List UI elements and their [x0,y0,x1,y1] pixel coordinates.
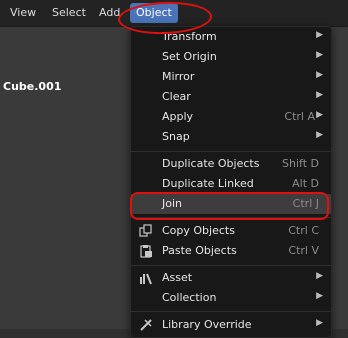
menu-item-label: Apply [162,110,194,123]
paste-icon [139,244,155,258]
menu-item-snap[interactable]: Snap ▶ [131,127,331,147]
menu-item-asset[interactable]: Asset ▶ [131,268,331,288]
menu-item-label: Asset [162,271,193,284]
copy-icon [139,224,155,238]
menu-item-label: Set Origin [162,50,217,63]
submenu-arrow-icon: ▶ [316,90,323,100]
submenu-arrow-icon: ▶ [316,318,323,328]
menu-item-label: Copy Objects [162,224,235,237]
shortcut-label: Ctrl A [284,110,315,123]
shortcut-label: Alt D [292,177,319,190]
menu-item-label: Collection [162,291,217,304]
menu-item-duplicate-linked[interactable]: Duplicate Linked Alt D [131,174,331,194]
menu-item-label: Library Override [162,318,252,331]
menu-item-paste-objects[interactable]: Paste Objects Ctrl V [131,241,331,261]
submenu-arrow-icon: ▶ [316,291,323,301]
submenu-arrow-icon: ▶ [316,50,323,60]
menu-separator [131,265,331,266]
menu-separator [131,311,331,312]
library-override-icon [139,318,155,332]
menu-separator [131,151,331,152]
menu-item-label: Duplicate Linked [162,177,254,190]
menu-item-label: Duplicate Objects [162,157,260,170]
menu-select[interactable]: Select [46,0,92,26]
menu-item-mirror[interactable]: Mirror ▶ [131,67,331,87]
menu-item-copy-objects[interactable]: Copy Objects Ctrl C [131,221,331,241]
shortcut-label: Ctrl V [288,244,319,257]
menu-item-clear[interactable]: Clear ▶ [131,87,331,107]
menu-item-label: Paste Objects [162,244,237,257]
shortcut-label: Ctrl C [288,224,319,237]
shortcut-label: Shift D [282,157,319,170]
submenu-arrow-icon: ▶ [316,130,323,140]
menu-item-label: Clear [162,90,191,103]
object-menu-popup: Transform ▶ Set Origin ▶ Mirror ▶ Clear … [130,26,332,338]
object-name-label: Cube.001 [3,80,62,93]
submenu-arrow-icon: ▶ [316,70,323,80]
menu-item-label: Snap [162,130,190,143]
submenu-arrow-icon: ▶ [316,110,323,120]
annotation-box-join [130,192,329,220]
menu-item-duplicate-objects[interactable]: Duplicate Objects Shift D [131,154,331,174]
menu-item-label: Mirror [162,70,195,83]
menu-item-collection[interactable]: Collection ▶ [131,288,331,308]
asset-icon [139,271,155,285]
submenu-arrow-icon: ▶ [316,30,323,40]
menu-view[interactable]: View [4,0,42,26]
menu-item-library-override[interactable]: Library Override ▶ [131,315,331,335]
submenu-arrow-icon: ▶ [316,271,323,281]
menu-item-set-origin[interactable]: Set Origin ▶ [131,47,331,67]
menu-item-apply[interactable]: Apply Ctrl A ▶ [131,107,331,127]
